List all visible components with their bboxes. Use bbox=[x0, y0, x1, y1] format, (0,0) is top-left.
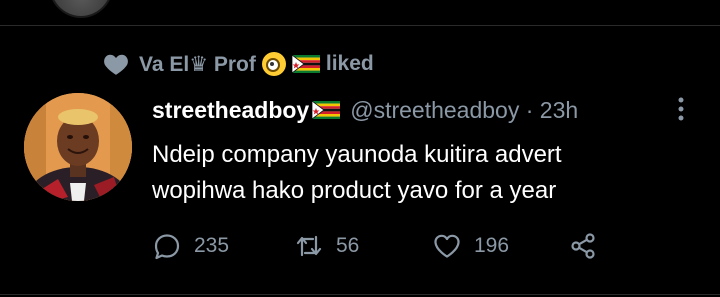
divider-bottom bbox=[0, 294, 720, 295]
comment-icon bbox=[154, 234, 180, 260]
tweet-actions: 235 56 196 bbox=[152, 230, 598, 262]
heart-outline-icon bbox=[434, 234, 460, 258]
author-name[interactable]: streetheadboy bbox=[152, 97, 341, 124]
liked-label: liked bbox=[325, 52, 374, 75]
avatar[interactable] bbox=[24, 93, 132, 201]
face-with-monocle-icon bbox=[261, 52, 286, 76]
tweet-time[interactable]: 23h bbox=[540, 97, 578, 123]
like-count: 196 bbox=[474, 234, 510, 257]
reply-button[interactable]: 235 bbox=[152, 231, 294, 261]
display-name-text[interactable]: streetheadboy bbox=[152, 97, 309, 124]
tweet-header: streetheadboy @streetheadboy · 23h bbox=[152, 95, 578, 125]
tweet-text-line-1: Ndeip company yaunoda kuitira advert bbox=[152, 141, 562, 168]
liker-name[interactable]: Va El♛ Prof bbox=[139, 52, 256, 77]
retweet-count: 56 bbox=[336, 234, 360, 257]
more-vertical-icon[interactable] bbox=[674, 96, 688, 124]
retweet-button[interactable]: 56 bbox=[294, 231, 432, 261]
divider-top bbox=[0, 25, 720, 26]
previous-tweet-avatar[interactable] bbox=[48, 0, 114, 18]
heart-icon bbox=[103, 52, 129, 76]
tweet-text[interactable]: Ndeip company yaunoda kuitira advert wop… bbox=[152, 137, 692, 209]
social-context[interactable]: Va El♛ Prof liked bbox=[103, 50, 374, 78]
retweet-icon bbox=[296, 235, 322, 257]
handle-and-time: @streetheadboy · 23h bbox=[350, 97, 578, 124]
share-button[interactable] bbox=[568, 231, 598, 261]
social-context-text: Va El♛ Prof liked bbox=[139, 52, 374, 77]
zimbabwe-flag-icon bbox=[291, 55, 320, 73]
author-handle[interactable]: @streetheadboy bbox=[350, 97, 519, 123]
reply-count: 235 bbox=[194, 234, 230, 257]
share-icon bbox=[571, 233, 595, 259]
tweet-text-line-2: wopihwa hako product yavo for a year bbox=[152, 177, 557, 204]
like-button[interactable]: 196 bbox=[432, 231, 568, 261]
separator-dot: · bbox=[525, 96, 534, 123]
zimbabwe-flag-icon bbox=[312, 101, 341, 119]
